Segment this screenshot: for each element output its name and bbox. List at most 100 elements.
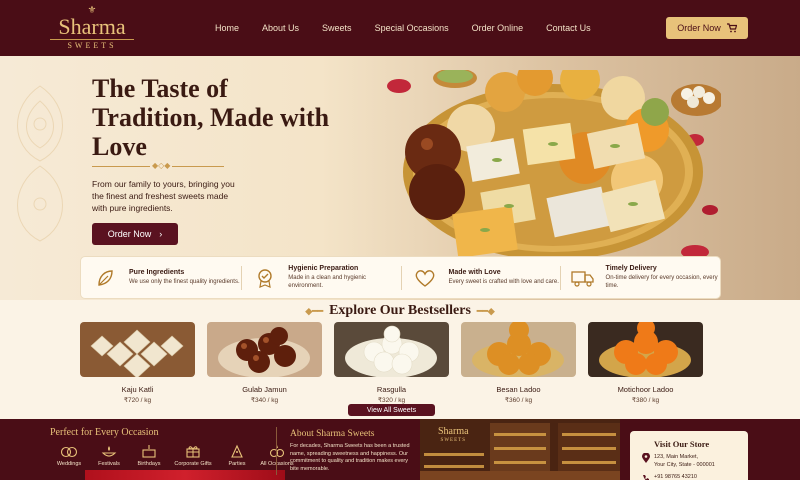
shop-sign: Sharma SWEETS <box>438 427 469 445</box>
paisley-pattern-icon <box>17 85 63 242</box>
nav-special-occasions[interactable]: Special Occasions <box>375 23 449 33</box>
shop-sign-sub: SWEETS <box>440 438 466 443</box>
product-name: Besan Ladoo <box>496 385 541 394</box>
gulab-jamun-image <box>207 322 322 378</box>
location-pin-icon <box>642 453 650 463</box>
occasion-corporate-gifts[interactable]: Corporate Gifts <box>170 443 216 467</box>
occasion-label: Corporate Gifts <box>174 461 212 467</box>
brand-subtitle: SWEETS <box>50 39 134 50</box>
product-name: Motichoor Ladoo <box>617 385 674 394</box>
bestsellers-heading: ◆━━ Explore Our Bestsellers ━━◆ <box>0 303 800 319</box>
site-header: ⚜ Sharma SWEETS Home About Us Sweets Spe… <box>0 0 800 56</box>
product-list: Kaju Katli ₹720 / kg Gulab Jamun ₹340 / … <box>80 319 704 404</box>
feature-pure-ingredients: Pure Ingredients We use only the finest … <box>81 257 241 298</box>
occasion-birthdays[interactable]: Birthdays <box>130 443 168 467</box>
occasion-festivals[interactable]: Festivals <box>90 443 128 467</box>
feature-desc: Made in a clean and hygienic environment… <box>288 275 367 289</box>
motichoor-ladoo-image <box>588 319 703 378</box>
gift-icon <box>170 443 216 459</box>
badge-check-icon <box>251 264 279 292</box>
divider <box>276 427 277 475</box>
occasion-weddings[interactable]: Weddings <box>50 443 88 467</box>
nav-order-online[interactable]: Order Online <box>472 23 524 33</box>
product-name: Kaju Katli <box>121 385 154 394</box>
product-name: Gulab Jamun <box>242 385 287 394</box>
feature-title: Hygienic Preparation <box>288 265 359 272</box>
lamp-icon <box>90 443 128 459</box>
shop-interior-image: Sharma SWEETS <box>420 419 620 480</box>
kaju-katli-image <box>80 322 195 379</box>
truck-icon <box>570 264 595 292</box>
bottom-section: Perfect for Every Occasion Weddings Fest… <box>0 419 800 480</box>
bestsellers-title: Explore Our Bestsellers <box>329 303 471 318</box>
hero-section: The Taste of Tradition, Made with Love ◆… <box>0 56 800 300</box>
product-price: ₹340 / kg <box>250 397 279 404</box>
rasgulla-image <box>334 322 449 378</box>
decorative-cloth <box>85 470 285 480</box>
product-price: ₹720 / kg <box>123 397 152 404</box>
nav-home[interactable]: Home <box>215 23 239 33</box>
view-all-sweets-button[interactable]: View All Sweets <box>348 404 435 416</box>
leaf-icon <box>91 264 119 292</box>
occasions-list: Weddings Festivals Birthdays Corporate G… <box>50 443 298 467</box>
feature-title: Timely Delivery <box>605 265 657 272</box>
header-order-label: Order Now <box>677 23 721 33</box>
feature-desc: We use only the finest quality ingredien… <box>129 279 240 285</box>
occasion-parties[interactable]: Parties <box>218 443 256 467</box>
feature-made-with-love: Made with Love Every sweet is crafted wi… <box>400 257 561 298</box>
product-card-motichoor-ladoo[interactable]: Motichoor Ladoo ₹380 / kg <box>588 319 703 404</box>
store-address-line1: 123, Main Market, <box>654 454 699 460</box>
occasion-label: Festivals <box>98 461 120 467</box>
feature-title: Made with Love <box>448 269 501 276</box>
phone-icon <box>643 475 649 480</box>
product-price: ₹320 / kg <box>377 397 406 404</box>
ornament-right-icon: ━━◆ <box>476 306 495 316</box>
product-card-gulab-jamun[interactable]: Gulab Jamun ₹340 / kg <box>207 322 322 404</box>
store-address: 123, Main Market, Your City, State - 000… <box>654 453 715 469</box>
features-bar: Pure Ingredients We use only the finest … <box>80 256 721 299</box>
feature-desc: On-time delivery for every occasion, eve… <box>605 275 718 289</box>
nav-contact-us[interactable]: Contact Us <box>546 23 591 33</box>
occasion-label: Birthdays <box>137 461 161 467</box>
store-address-line2: Your City, State - 000001 <box>654 462 715 468</box>
hero-order-label: Order Now <box>107 229 152 239</box>
product-card-besan-ladoo[interactable]: Besan Ladoo ₹360 / kg <box>461 320 576 404</box>
about-title: About Sharma Sweets <box>290 429 375 439</box>
store-card: Visit Our Store 123, Main Market, Your C… <box>630 431 748 480</box>
cart-icon <box>726 23 737 33</box>
product-price: ₹360 / kg <box>504 397 533 404</box>
feature-title: Pure Ingredients <box>129 269 185 276</box>
feature-desc: Every sweet is crafted with love and car… <box>448 279 559 285</box>
feature-timely-delivery: Timely Delivery On-time delivery for eve… <box>560 257 720 298</box>
sweets-platter-image <box>387 70 721 260</box>
ornament-divider: ◆◇◆ <box>92 161 224 170</box>
besan-ladoo-image <box>461 320 576 378</box>
ornament-left-icon: ◆━━ <box>305 306 324 316</box>
store-phone[interactable]: +91 98765 43210 <box>654 474 697 480</box>
hero-title: The Taste of Tradition, Made with Love <box>92 74 330 161</box>
feature-hygienic-preparation: Hygienic Preparation Made in a clean and… <box>240 257 401 298</box>
brand-name: Sharma <box>58 14 126 39</box>
about-text: For decades, Sharma Sweets has been a tr… <box>290 443 410 472</box>
party-icon <box>218 443 256 459</box>
hero-description: From our family to yours, bringing you t… <box>92 179 235 213</box>
store-title: Visit Our Store <box>654 439 710 449</box>
heart-icon <box>411 264 439 292</box>
product-name: Rasgulla <box>376 385 407 394</box>
product-price: ₹380 / kg <box>631 397 660 404</box>
occasions-title: Perfect for Every Occasion <box>50 427 159 438</box>
nav-sweets[interactable]: Sweets <box>322 23 352 33</box>
ornament-icon: ◆◇◆ <box>150 161 173 170</box>
chevron-right-icon: › <box>159 229 163 239</box>
hero-order-button[interactable]: Order Now › <box>92 223 178 245</box>
header-order-button[interactable]: Order Now <box>666 17 748 39</box>
main-nav: Home About Us Sweets Special Occasions O… <box>215 0 614 56</box>
nav-about-us[interactable]: About Us <box>262 23 299 33</box>
brand-logo[interactable]: ⚜ Sharma SWEETS <box>50 6 134 50</box>
product-card-kaju-katli[interactable]: Kaju Katli ₹720 / kg <box>80 322 195 404</box>
product-card-rasgulla[interactable]: Rasgulla ₹320 / kg <box>334 322 449 404</box>
cake-icon <box>130 443 168 459</box>
occasion-label: Parties <box>228 461 246 467</box>
occasion-label: Weddings <box>56 461 82 467</box>
rings-icon <box>50 443 88 459</box>
